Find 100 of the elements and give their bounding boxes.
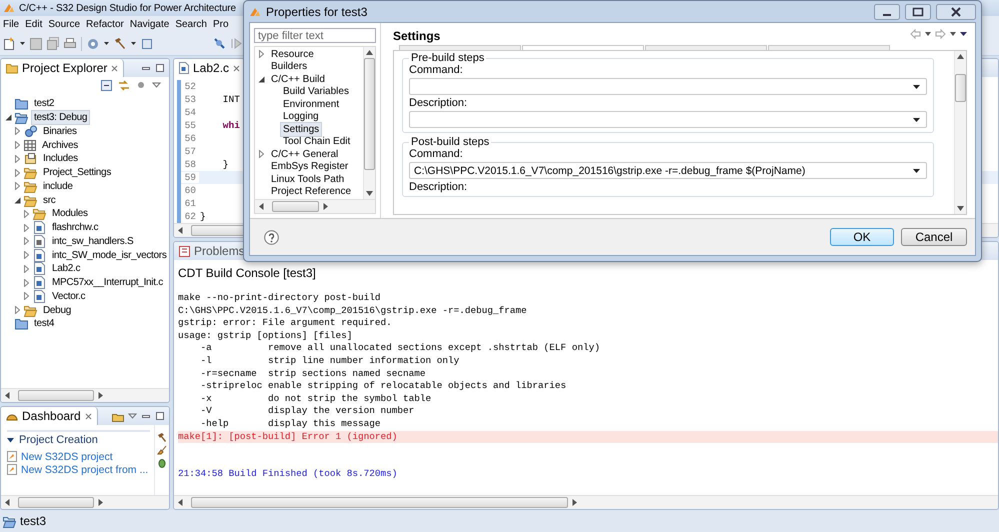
- close-icon[interactable]: [936, 4, 976, 20]
- tree-item[interactable]: Modules: [49, 206, 91, 222]
- collapsed-triangle-icon[interactable]: [258, 150, 264, 158]
- close-icon[interactable]: [84, 412, 92, 420]
- collapsed-triangle-icon[interactable]: [14, 141, 20, 150]
- tree-item[interactable]: Settings: [280, 122, 322, 137]
- debug-off-icon[interactable]: [213, 37, 225, 50]
- scroll-left-icon[interactable]: [5, 392, 10, 399]
- tree-item[interactable]: test2: [31, 96, 58, 112]
- scroll-down-icon[interactable]: [957, 206, 964, 211]
- scrollbar-thumb[interactable]: [364, 58, 375, 170]
- tree-item[interactable]: Includes: [40, 151, 81, 166]
- scrollbar-thumb[interactable]: [18, 390, 94, 401]
- tree-item[interactable]: Builders: [268, 59, 310, 74]
- collapsed-triangle-icon[interactable]: [258, 50, 264, 58]
- collapsed-triangle-icon[interactable]: [24, 292, 28, 300]
- tree-item[interactable]: Debug: [40, 302, 74, 318]
- minimize-icon[interactable]: [874, 4, 900, 20]
- collapsed-triangle-icon[interactable]: [14, 127, 20, 136]
- view-tab[interactable]: Dashboard: [1, 407, 98, 425]
- collapsed-triangle-icon[interactable]: [14, 306, 20, 314]
- filter-icon[interactable]: [136, 80, 146, 91]
- collapse-all-icon[interactable]: [101, 80, 112, 91]
- tree-item[interactable]: Binaries: [40, 124, 80, 139]
- scroll-right-icon[interactable]: [98, 392, 103, 399]
- maximize-icon[interactable]: [155, 411, 165, 421]
- menu-item[interactable]: Navigate: [126, 18, 172, 30]
- menu-item[interactable]: Search: [172, 18, 210, 30]
- filter-field[interactable]: type filter text: [254, 28, 376, 43]
- dialog-button[interactable]: Cancel: [901, 228, 967, 246]
- scroll-left-icon[interactable]: [259, 203, 264, 210]
- new-file-icon[interactable]: [3, 37, 15, 50]
- maximize-icon[interactable]: [155, 63, 165, 73]
- help-icon[interactable]: [264, 230, 279, 244]
- chip-icon[interactable]: [141, 37, 153, 50]
- collapsed-triangle-icon[interactable]: [14, 182, 20, 190]
- scroll-down-icon[interactable]: [366, 191, 373, 196]
- tree-item[interactable]: test3: Debug: [31, 110, 90, 126]
- collapsed-triangle-icon[interactable]: [14, 168, 20, 177]
- close-icon[interactable]: [233, 64, 240, 72]
- collapsed-triangle-icon[interactable]: [24, 278, 28, 287]
- expanded-triangle-icon[interactable]: [14, 196, 20, 204]
- menu-item[interactable]: Source: [45, 18, 84, 30]
- scrollbar-thumb[interactable]: [18, 497, 94, 508]
- tree-item[interactable]: test4: [31, 316, 58, 332]
- tree-item[interactable]: intc_sw_handlers.S: [49, 234, 136, 249]
- tree-item[interactable]: include: [40, 178, 76, 194]
- hammer-icon[interactable]: [157, 432, 167, 442]
- tree-item[interactable]: Environment: [280, 96, 342, 112]
- hammer-icon[interactable]: [114, 37, 126, 50]
- scroll-left-icon[interactable]: [5, 499, 10, 506]
- menu-item[interactable]: File: [0, 18, 22, 30]
- scroll-right-icon[interactable]: [572, 499, 578, 506]
- expanded-triangle-icon[interactable]: [258, 76, 264, 83]
- tree-item[interactable]: Resource: [268, 47, 317, 62]
- section-expanded-icon[interactable]: [7, 438, 14, 442]
- collapsed-triangle-icon[interactable]: [24, 264, 28, 273]
- tree-item[interactable]: C/C++ General: [268, 146, 342, 162]
- print-icon[interactable]: [64, 37, 76, 50]
- tree-item[interactable]: src: [40, 192, 58, 208]
- view-tab[interactable]: Project Explorer: [1, 59, 124, 77]
- scroll-right-icon[interactable]: [98, 499, 103, 506]
- tree-item[interactable]: Project_Settings: [40, 165, 114, 180]
- tree-item[interactable]: MPC57xx__Interrupt_Init.c: [49, 275, 166, 290]
- tree-item[interactable]: EmbSys Register: [268, 159, 352, 174]
- tree-item[interactable]: Project Reference: [268, 184, 354, 199]
- tree-item[interactable]: Linux Tools Path: [268, 172, 348, 187]
- tree-item[interactable]: Archives: [39, 138, 81, 153]
- scrollbar-thumb[interactable]: [955, 74, 966, 102]
- menu-item[interactable]: Pro: [210, 18, 232, 30]
- scrollbar-thumb[interactable]: [272, 201, 319, 212]
- settings-icon[interactable]: [87, 37, 99, 50]
- tree-item[interactable]: Logging: [280, 109, 322, 124]
- tree-item[interactable]: intc_SW_mode_isr_vectors: [49, 248, 169, 263]
- link-icon[interactable]: [118, 80, 130, 91]
- collapsed-triangle-icon[interactable]: [14, 154, 20, 163]
- close-icon[interactable]: [111, 64, 118, 72]
- collapsed-triangle-icon[interactable]: [24, 251, 28, 260]
- tree-item[interactable]: Tool Chain Edit: [280, 134, 354, 150]
- maximize-icon[interactable]: [905, 4, 931, 20]
- tree-item[interactable]: flashrchw.c: [49, 220, 102, 236]
- scroll-up-icon[interactable]: [366, 50, 373, 55]
- scroll-left-icon[interactable]: [178, 227, 183, 234]
- collapsed-triangle-icon[interactable]: [24, 237, 28, 246]
- tree-item[interactable]: Lab2.c: [49, 261, 84, 276]
- scrollbar-thumb[interactable]: [191, 497, 568, 508]
- broom-icon[interactable]: [157, 445, 167, 455]
- menu-item[interactable]: Edit: [22, 18, 46, 30]
- scroll-left-icon[interactable]: [178, 499, 183, 506]
- tree-item[interactable]: Build Variables: [280, 84, 352, 100]
- collapsed-triangle-icon[interactable]: [24, 224, 28, 232]
- tree-item[interactable]: C/C++ Build: [268, 72, 328, 87]
- menu-item[interactable]: Refactor: [83, 18, 127, 30]
- combo-box[interactable]: C:\GHS\PPC.V2015.1.6_V7\comp_201516\gstrip.exe -r=.debug_frame $(ProjName): [409, 162, 927, 179]
- link[interactable]: New S32DS project: [21, 450, 113, 462]
- bug-icon[interactable]: [157, 458, 167, 468]
- scroll-right-icon[interactable]: [322, 203, 328, 210]
- link[interactable]: New S32DS project from ...: [21, 464, 148, 476]
- expanded-triangle-icon[interactable]: [4, 114, 12, 122]
- dialog-button[interactable]: OK: [830, 228, 894, 246]
